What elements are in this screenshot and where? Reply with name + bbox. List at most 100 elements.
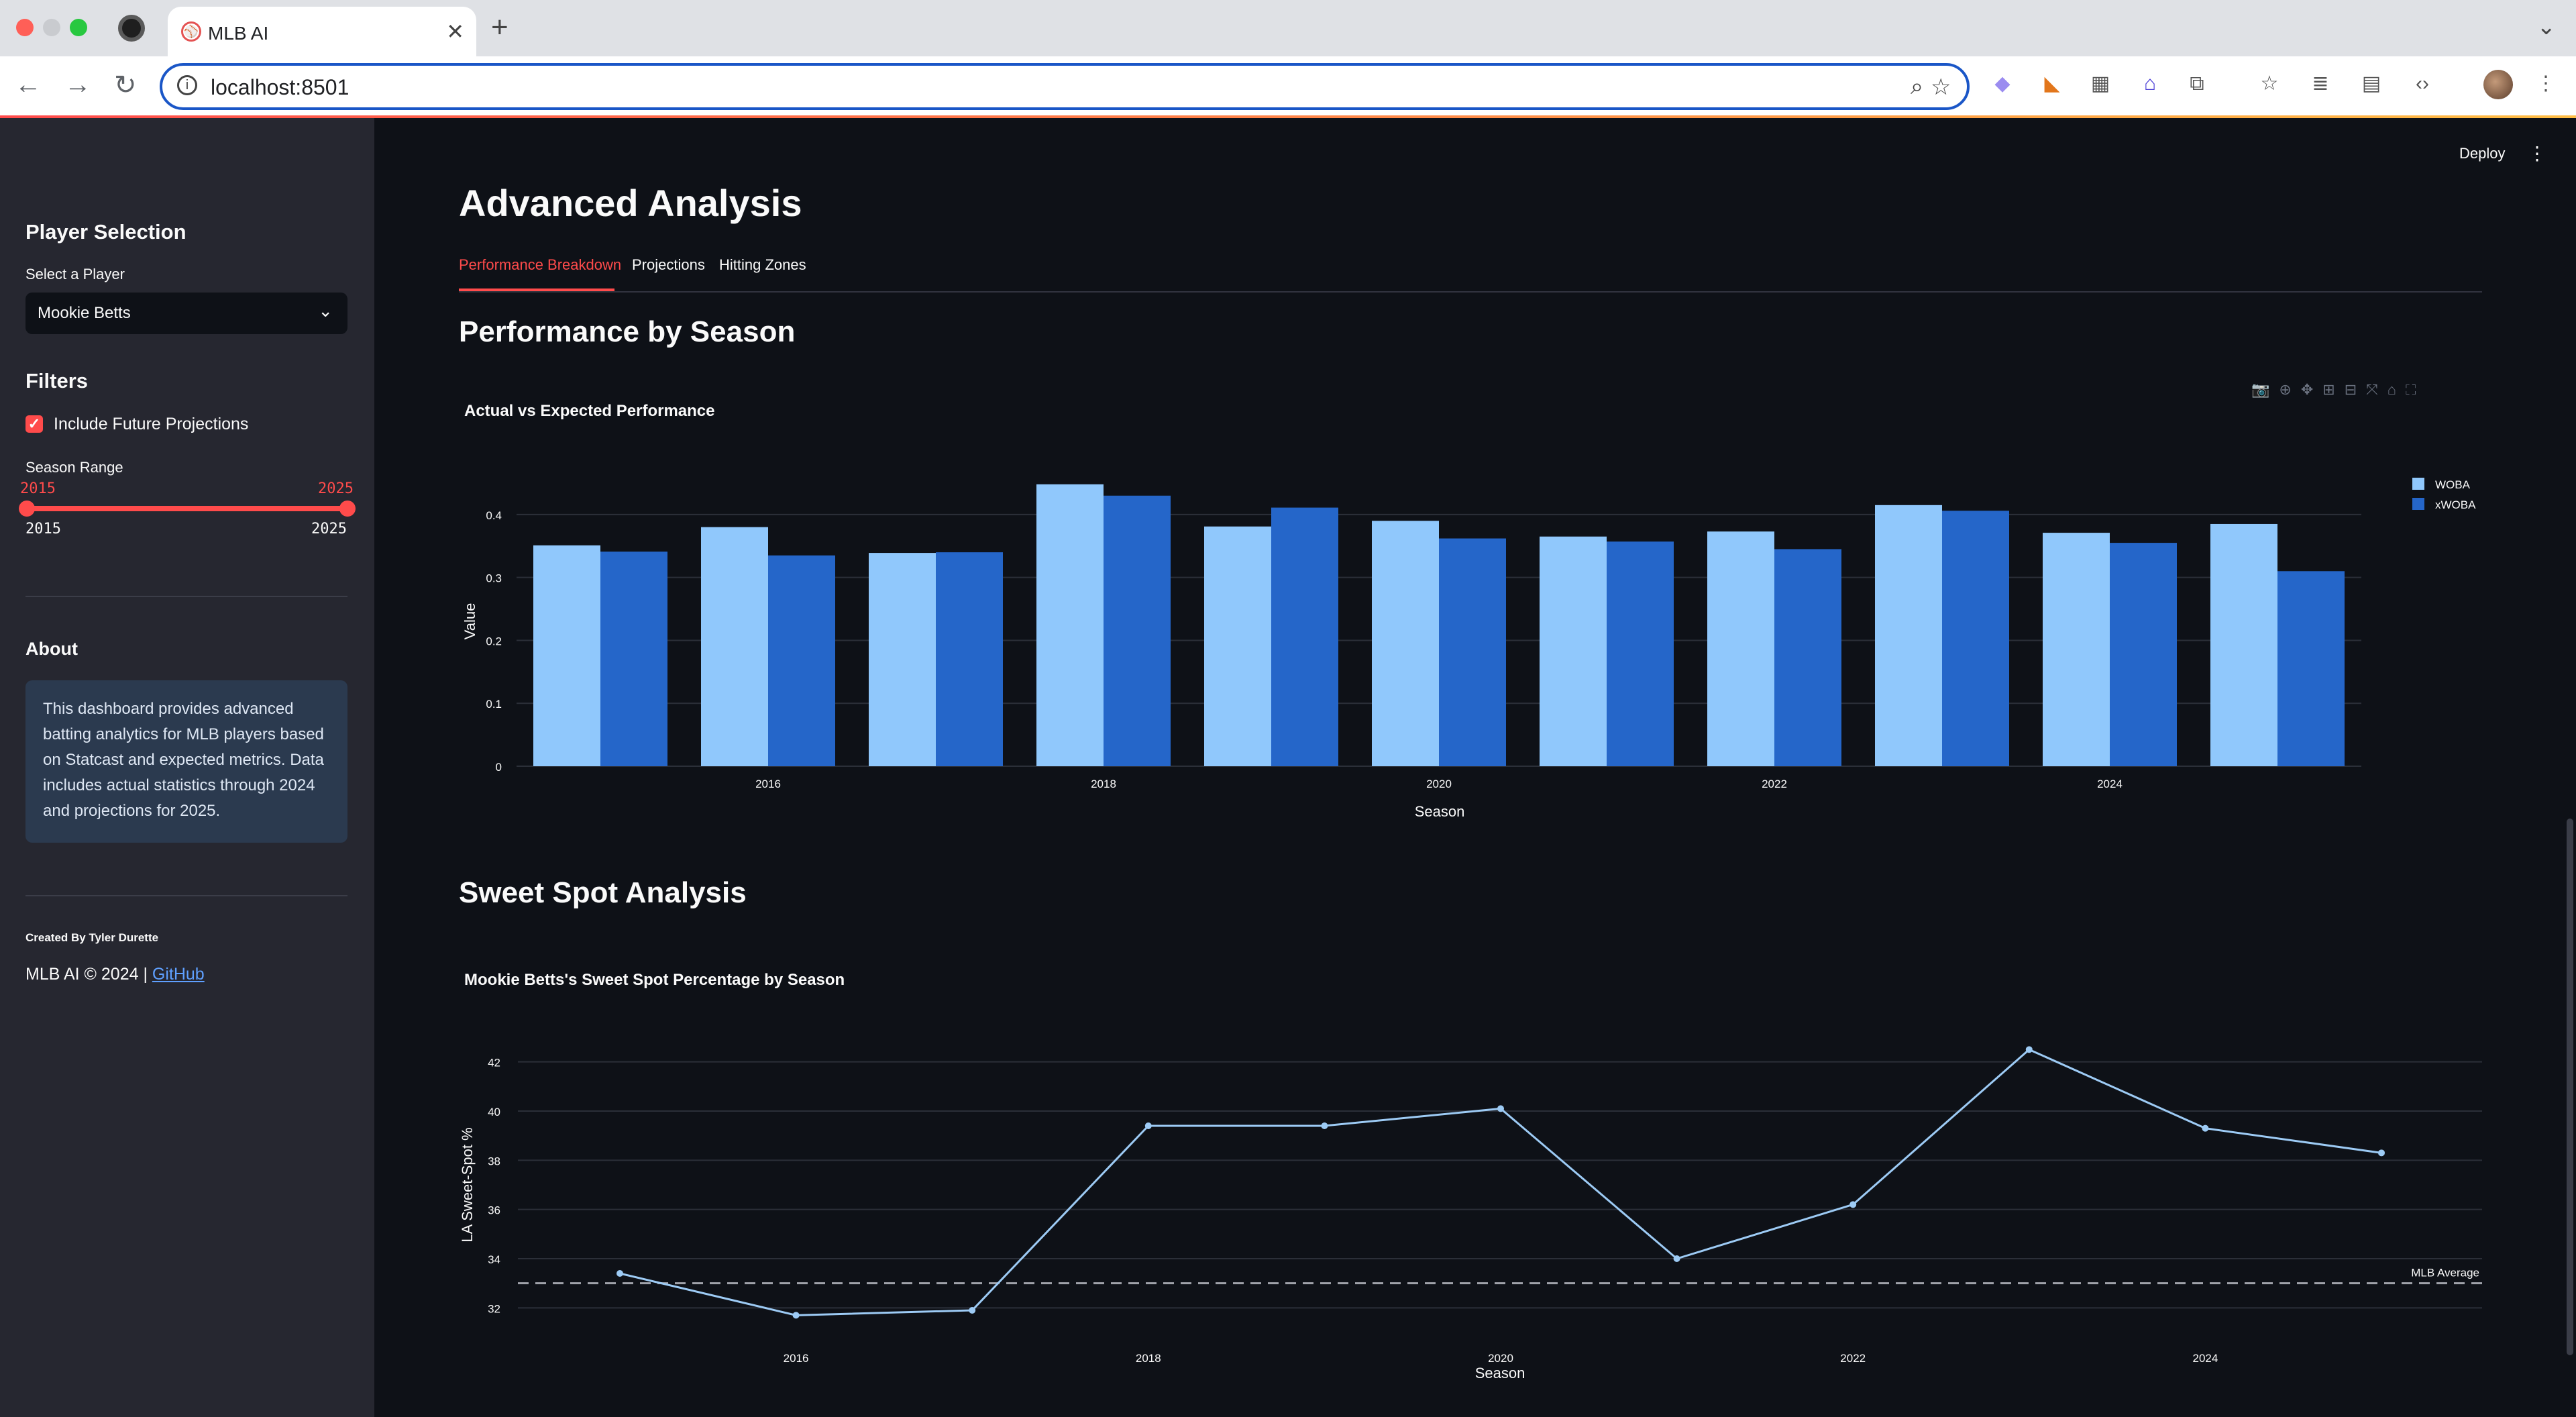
bar-woba-2023 bbox=[1875, 505, 1942, 766]
performance-bar-chart: Actual vs Expected Performance 0 0.1 0.2 0.… bbox=[462, 402, 2476, 820]
bar-xwoba-2016 bbox=[768, 555, 835, 766]
metamask-fox-icon[interactable]: ◣ bbox=[2039, 71, 2065, 97]
line-chart-x-tick-label: 2016 bbox=[784, 1352, 809, 1365]
github-link[interactable]: GitHub bbox=[152, 965, 205, 984]
sweet-spot-point-2018 bbox=[1144, 1122, 1152, 1129]
sweet-spot-point-2017 bbox=[969, 1307, 976, 1314]
bar-chart-y-axis-label: Value bbox=[462, 603, 478, 640]
line-chart-x-tick-label: 2018 bbox=[1136, 1352, 1161, 1365]
line-chart-y-ticks: 32 34 36 38 40 42 bbox=[488, 1057, 500, 1316]
reload-icon[interactable]: ↻ bbox=[114, 70, 137, 101]
window-minimize-button[interactable] bbox=[43, 19, 60, 36]
bar-woba-2017 bbox=[869, 553, 936, 766]
bar-woba-2024 bbox=[2043, 533, 2110, 766]
tab-performance-breakdown[interactable]: Performance Breakdown bbox=[459, 256, 621, 274]
sweet-spot-analysis-heading: Sweet Spot Analysis bbox=[459, 876, 747, 909]
bar-chart-x-tick-label: 2016 bbox=[755, 778, 781, 790]
bar-xwoba-2024 bbox=[2110, 543, 2177, 766]
bar-chart-x-tick-label: 2022 bbox=[1762, 778, 1787, 790]
season-range-slider-track[interactable] bbox=[25, 506, 347, 511]
tab-hitting-zones[interactable]: Hitting Zones bbox=[719, 256, 806, 274]
main-menu-icon[interactable]: ⋮ bbox=[2528, 142, 2546, 164]
browser-menu-icon[interactable]: ⋮ bbox=[2533, 71, 2559, 97]
extension-puzzle-1-icon[interactable]: ◆ bbox=[1990, 71, 2015, 97]
sweet-spot-point-2021 bbox=[1673, 1255, 1680, 1262]
bar-chart-legend[interactable]: WOBA xWOBA bbox=[2412, 478, 2476, 511]
bar-xwoba-2017 bbox=[936, 552, 1003, 766]
site-info-icon[interactable]: i bbox=[177, 75, 197, 95]
page-title: Advanced Analysis bbox=[459, 182, 802, 224]
url-text: localhost:8501 bbox=[211, 75, 350, 99]
pinned-tab-icon[interactable] bbox=[118, 15, 145, 42]
deploy-button[interactable]: Deploy bbox=[2459, 145, 2505, 162]
bar-chart-y-tick-label: 0.2 bbox=[486, 635, 502, 647]
chevron-down-icon: ⌄ bbox=[318, 301, 333, 321]
legend-swatch-woba bbox=[2412, 478, 2424, 490]
line-chart-y-tick-label: 42 bbox=[488, 1057, 500, 1069]
include-future-projections-checkbox[interactable]: ✓ bbox=[25, 415, 43, 433]
footer-text: MLB AI © 2024 | GitHub bbox=[25, 965, 205, 984]
address-bar[interactable]: i localhost:8501 ⌕ ☆ bbox=[160, 63, 1970, 110]
new-tab-button[interactable]: + bbox=[491, 11, 508, 44]
legend-label-xwoba: xWOBA bbox=[2435, 498, 2476, 511]
browser-tab-title: MLB AI bbox=[208, 23, 269, 44]
window-maximize-button[interactable] bbox=[70, 19, 87, 36]
bar-chart-y-tick-label: 0.4 bbox=[486, 509, 502, 522]
sweet-spot-point-2024 bbox=[2202, 1124, 2209, 1132]
filters-heading: Filters bbox=[25, 369, 89, 392]
player-select-dropdown[interactable]: Mookie Betts ⌄ bbox=[25, 293, 347, 334]
window-close-button[interactable] bbox=[16, 19, 34, 36]
sidebar: Player Selection Select a Player Mookie … bbox=[0, 118, 374, 1417]
back-arrow-icon[interactable]: ← bbox=[15, 70, 42, 100]
selected-player-value: Mookie Betts bbox=[38, 304, 131, 322]
sweet-spot-point-2022 bbox=[1849, 1201, 1857, 1208]
tab-projections[interactable]: Projections bbox=[632, 256, 705, 274]
legend-swatch-xwoba bbox=[2412, 498, 2424, 510]
graduation-cap-icon[interactable]: ⌂ bbox=[2137, 71, 2163, 97]
line-chart-y-tick-label: 32 bbox=[488, 1302, 500, 1315]
slider-handle-min[interactable] bbox=[19, 501, 35, 517]
devtools-code-icon[interactable]: ‹› bbox=[2410, 71, 2435, 97]
qr-code-icon[interactable]: ▦ bbox=[2088, 71, 2113, 97]
analysis-tabs: Performance Breakdown Projections Hittin… bbox=[459, 256, 2482, 293]
line-chart-x-tick-label: 2022 bbox=[1840, 1352, 1866, 1365]
bar-chart-bars bbox=[533, 484, 2345, 766]
bar-chart-x-ticks: 2016 2018 2020 2022 2024 bbox=[755, 778, 2123, 790]
reading-list-icon[interactable]: ≣ bbox=[2308, 71, 2333, 97]
app-loading-accent-bar bbox=[0, 115, 2576, 118]
line-chart-series bbox=[616, 1046, 2385, 1319]
line-chart-title: Mookie Betts's Sweet Spot Percentage by … bbox=[464, 971, 845, 989]
bar-chart-y-tick-label: 0 bbox=[496, 761, 502, 774]
about-text: This dashboard provides advanced batting… bbox=[43, 700, 324, 820]
extensions-puzzle-icon[interactable]: ⧉ bbox=[2184, 71, 2210, 97]
bar-woba-2015 bbox=[533, 545, 600, 766]
bar-chart-title: Actual vs Expected Performance bbox=[464, 402, 715, 420]
tab-search-chevron-icon[interactable]: ⌄ bbox=[2537, 13, 2557, 40]
line-chart-x-axis-label: Season bbox=[1475, 1365, 1525, 1381]
browser-tab-active[interactable]: ⚾ MLB AI ✕ bbox=[168, 7, 476, 56]
page-scrollbar[interactable] bbox=[2567, 819, 2573, 1355]
side-panel-icon[interactable]: ▤ bbox=[2359, 71, 2384, 97]
sidebar-divider bbox=[25, 596, 347, 597]
line-chart-gridlines bbox=[518, 1061, 2482, 1309]
created-by-text: Created By Tyler Durette bbox=[25, 931, 159, 944]
bar-woba-2018 bbox=[1036, 484, 1104, 766]
active-tab-indicator bbox=[459, 288, 614, 291]
forward-arrow-icon[interactable]: → bbox=[64, 70, 91, 100]
slider-handle-max[interactable] bbox=[339, 501, 356, 517]
bar-chart-y-tick-label: 0.1 bbox=[486, 698, 502, 711]
bookmark-star-icon[interactable]: ☆ bbox=[1931, 74, 1951, 101]
player-selection-heading: Player Selection bbox=[25, 220, 186, 244]
bar-xwoba-2021 bbox=[1607, 541, 1674, 766]
sweet-spot-line-chart: Mookie Betts's Sweet Spot Percentage by … bbox=[459, 971, 2482, 1381]
tab-close-icon[interactable]: ✕ bbox=[446, 19, 464, 44]
bookmarks-star-icon[interactable]: ☆ bbox=[2257, 71, 2282, 97]
zoom-icon[interactable]: ⌕ bbox=[1911, 74, 1923, 100]
profile-avatar[interactable] bbox=[2483, 70, 2513, 99]
sweet-spot-point-2016 bbox=[792, 1312, 800, 1319]
about-info-box: This dashboard provides advanced batting… bbox=[25, 680, 347, 843]
bar-chart-x-tick-label: 2018 bbox=[1091, 778, 1116, 790]
bar-xwoba-2018 bbox=[1104, 495, 1171, 766]
browser-toolbar: ← → ↻ i localhost:8501 ⌕ ☆ ◆ ◣ ▦ ⌂ ⧉ ☆ ≣… bbox=[0, 56, 2576, 118]
include-future-projections-label[interactable]: Include Future Projections bbox=[54, 415, 248, 434]
